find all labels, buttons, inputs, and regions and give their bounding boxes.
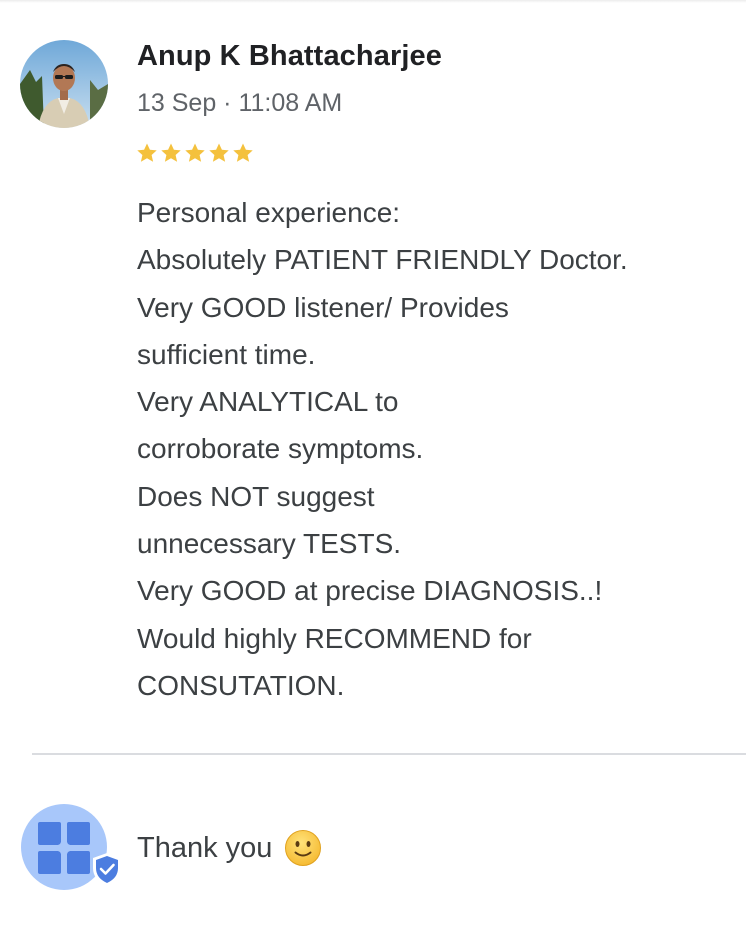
review-line: corroborate symptoms. — [137, 433, 424, 465]
owner-avatar[interactable] — [20, 804, 124, 890]
review-line: Very GOOD listener/ Provides — [137, 291, 509, 323]
section-divider — [32, 753, 746, 755]
star-icon — [137, 143, 157, 162]
review-line: sufficient time. — [137, 338, 316, 370]
star-icon — [209, 143, 229, 162]
review-line: Absolutely PATIENT FRIENDLY Doctor. — [137, 244, 628, 276]
reviewer-name[interactable]: Anup K Bhattacharjee — [137, 40, 442, 73]
review-body: Personal experience: Absolutely PATIENT … — [137, 189, 727, 709]
reviewer-avatar[interactable] — [20, 40, 108, 128]
review-line: Personal experience: — [137, 197, 401, 228]
owner-reply-text: Thank you — [137, 831, 273, 864]
star-icon — [161, 143, 181, 162]
star-icon — [233, 143, 253, 162]
top-separator — [0, 0, 746, 3]
star-rating — [135, 140, 255, 166]
review-line: Very ANALYTICAL to — [137, 386, 399, 418]
review-line: Does NOT suggest — [137, 480, 375, 512]
review-line: unnecessary TESTS. — [137, 528, 402, 560]
star-icon — [185, 143, 205, 162]
verified-badge-icon — [93, 853, 121, 886]
review-line: Would highly RECOMMEND for — [137, 622, 532, 654]
review-timestamp: 13 Sep · 11:08 AM — [137, 89, 343, 117]
slightly-smiling-face-icon — [285, 830, 322, 866]
owner-reply: Thank you — [137, 829, 322, 867]
review-line: Very GOOD at precise DIAGNOSIS..! — [137, 575, 603, 607]
business-logo-icon — [21, 804, 121, 890]
reviewer-photo — [20, 40, 108, 128]
review-line: CONSUTATION. — [137, 669, 345, 701]
